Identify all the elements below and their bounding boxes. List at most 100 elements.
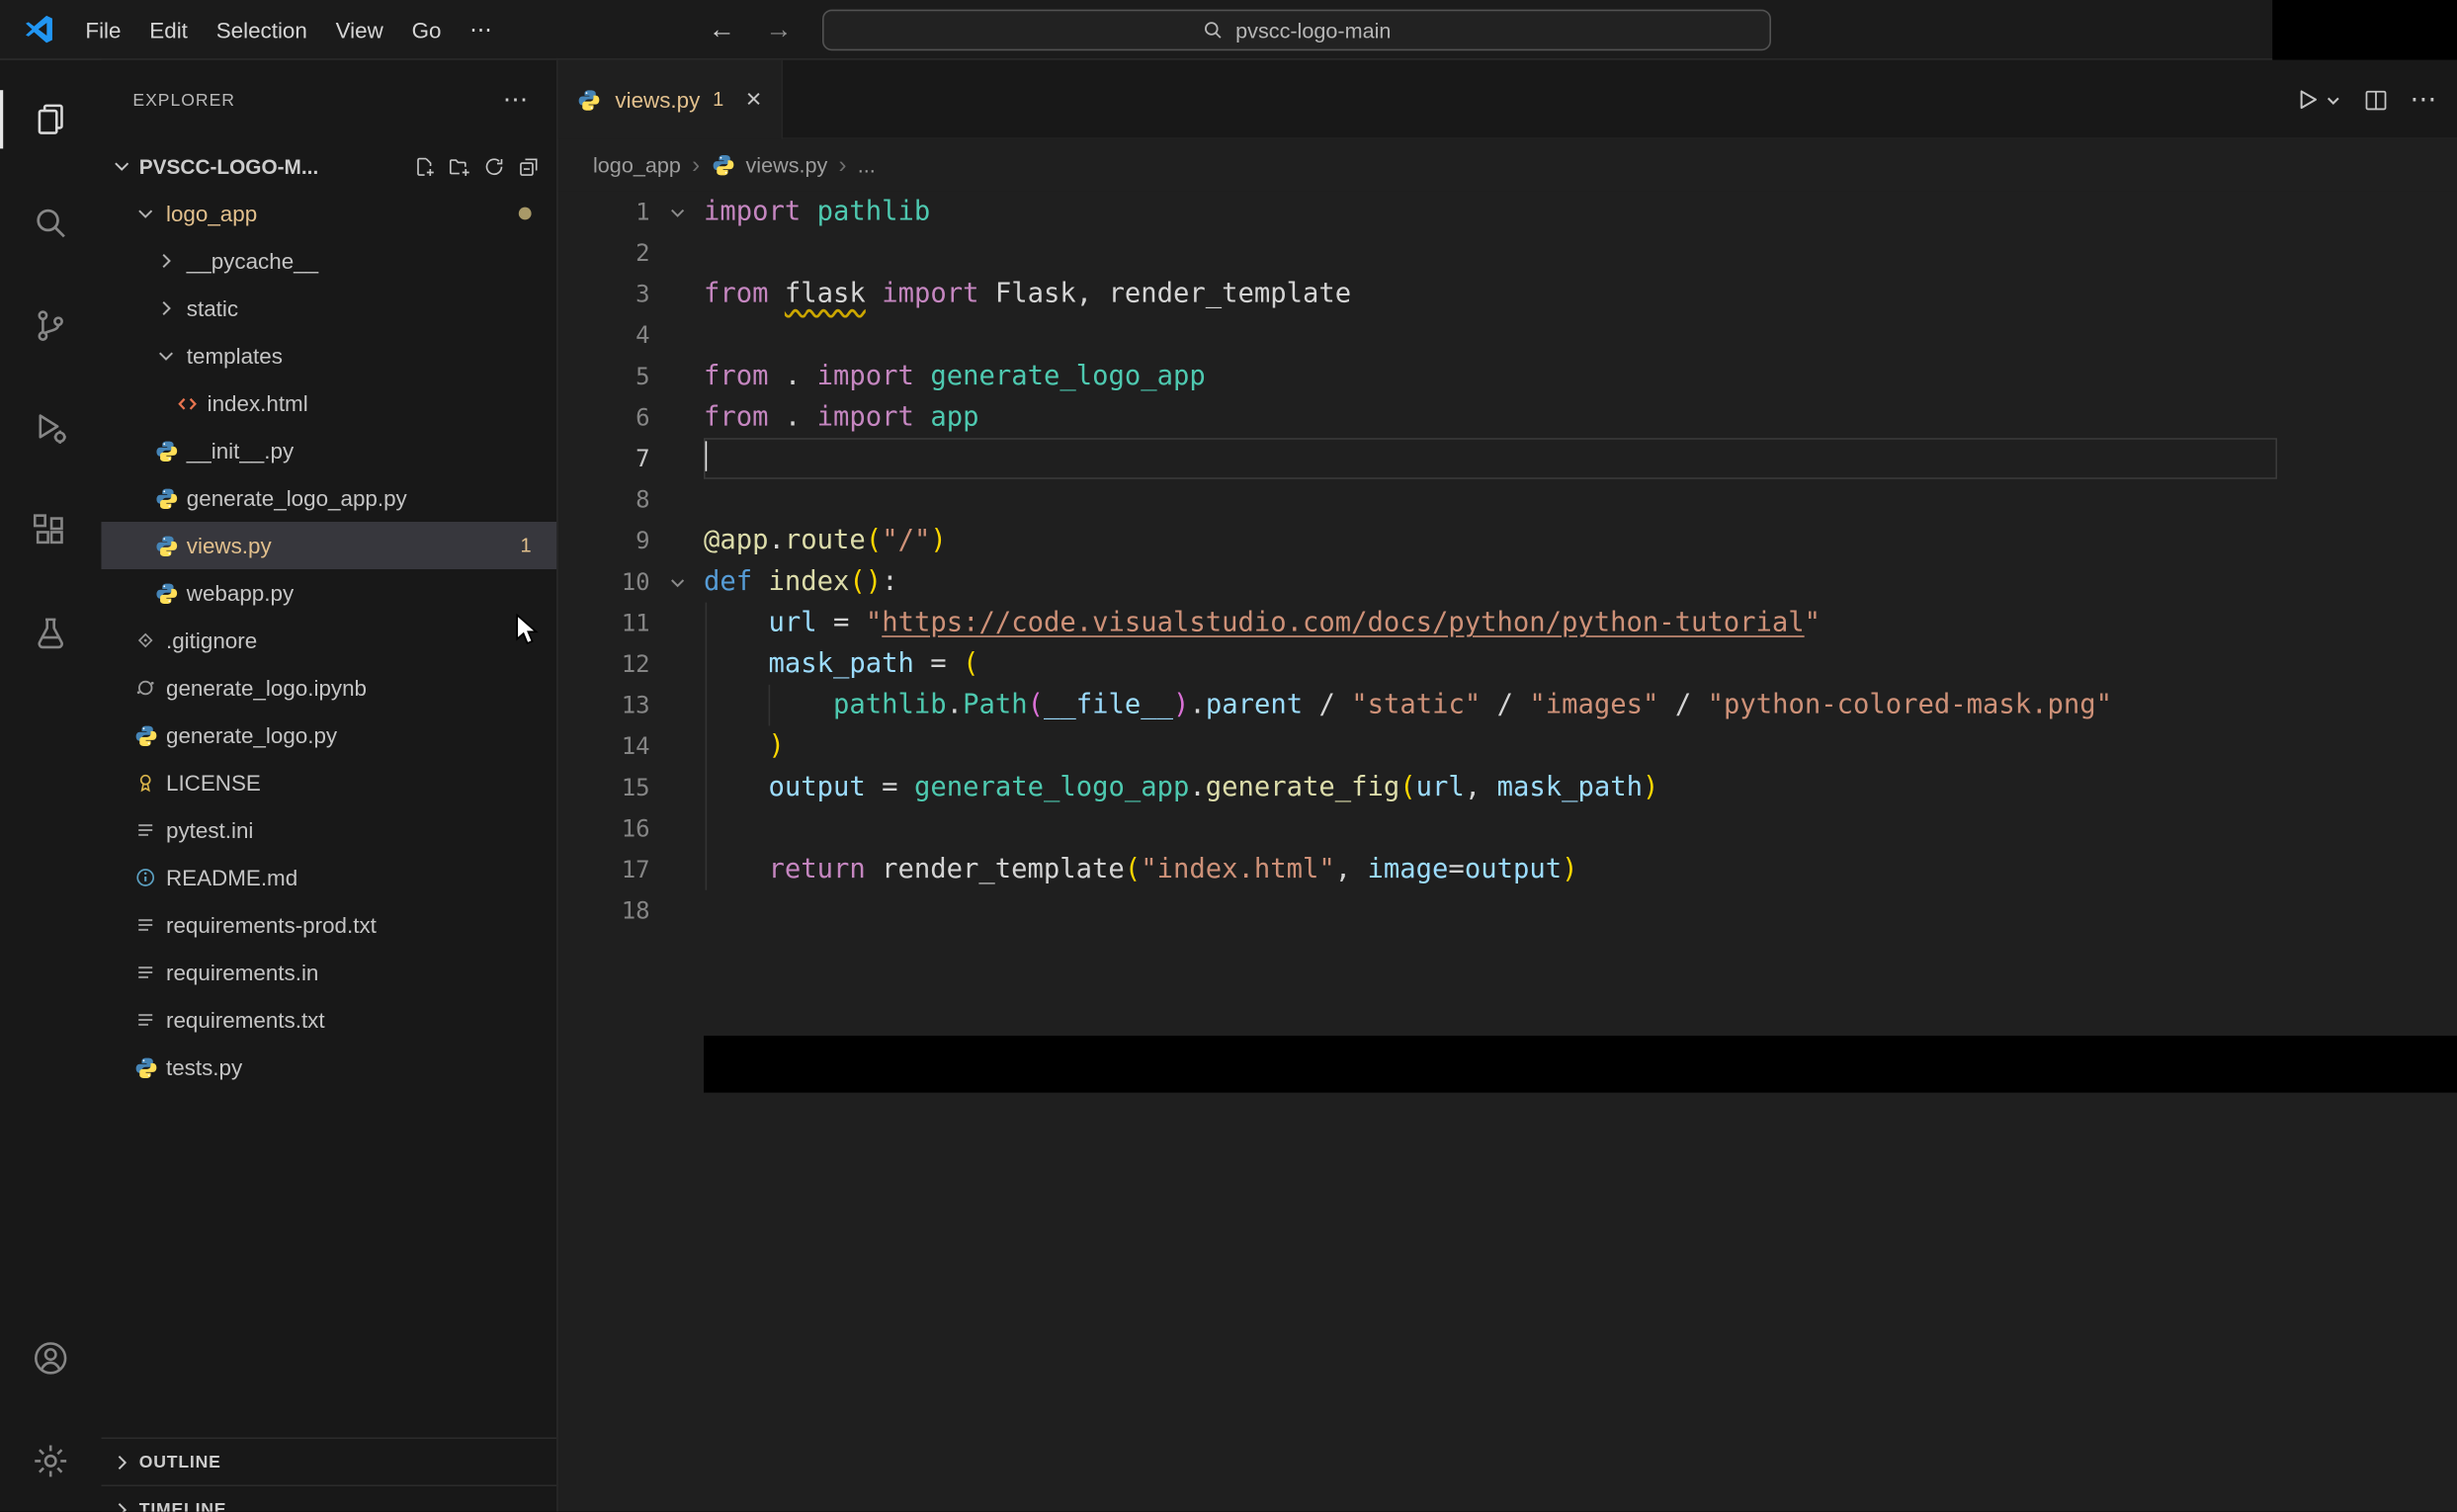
vscode-logo-icon	[22, 13, 55, 46]
activity-extensions-icon[interactable]	[0, 479, 101, 582]
code-line-8[interactable]: 8	[558, 479, 2457, 521]
tree-item-label: pytest.ini	[166, 817, 254, 843]
activity-search-icon[interactable]	[0, 171, 101, 274]
menu-selection[interactable]: Selection	[202, 10, 321, 47]
breadcrumb-item-logo_app[interactable]: logo_app	[593, 153, 681, 177]
code-editor[interactable]: 1 import pathlib 2 3 from flask import Flask…	[558, 192, 2457, 1512]
more-actions-icon[interactable]: ⋯	[2410, 84, 2438, 116]
tree-item-label: index.html	[207, 390, 308, 416]
tree-item-static[interactable]: static	[101, 285, 556, 332]
code-line-17[interactable]: 17 return render_template("index.html", …	[558, 849, 2457, 890]
activity-bar-top	[0, 60, 101, 685]
code-text: import pathlib	[704, 196, 931, 228]
menu-view[interactable]: View	[321, 10, 397, 47]
code-line-13[interactable]: 13 pathlib.Path(__file__).parent / "stat…	[558, 685, 2457, 726]
code-line-10[interactable]: 10 def index():	[558, 561, 2457, 603]
code-line-14[interactable]: 14 )	[558, 725, 2457, 767]
tree-item-.gitignore[interactable]: .gitignore	[101, 617, 556, 664]
activity-source-control-icon[interactable]	[0, 274, 101, 377]
activity-run-debug-icon[interactable]	[0, 377, 101, 479]
tree-item-pytest.ini[interactable]: pytest.ini	[101, 806, 556, 854]
fold-chevron-icon[interactable]	[650, 561, 704, 603]
editor-area: views.py 1 × ⋯ logo_app › views.py ›... 1 im…	[557, 59, 2457, 1512]
refresh-button[interactable]	[482, 154, 506, 178]
tree-item-views.py[interactable]: views.py 1	[101, 522, 557, 569]
tree-item-requirements.txt[interactable]: requirements.txt	[101, 996, 556, 1044]
tree-item-__pycache__[interactable]: __pycache__	[101, 237, 556, 285]
tree-item-label: views.py	[186, 533, 272, 558]
tree-item-requirements.in[interactable]: requirements.in	[101, 949, 556, 996]
split-editor-button[interactable]	[2362, 86, 2389, 113]
breadcrumb-item-...[interactable]: ...	[858, 153, 876, 177]
code-line-12[interactable]: 12 mask_path = (	[558, 643, 2457, 685]
forward-arrow-button[interactable]: →	[765, 0, 792, 60]
explorer-more-actions-icon[interactable]: ⋯	[503, 88, 529, 114]
tree-item-generate_logo_app.py[interactable]: generate_logo_app.py	[101, 474, 556, 522]
run-python-file-button[interactable]	[2293, 85, 2342, 114]
back-arrow-button[interactable]: ←	[709, 0, 735, 60]
tree-item-label: requirements.in	[166, 960, 319, 985]
tree-item-templates[interactable]: templates	[101, 332, 556, 379]
chevron-right-icon	[155, 250, 187, 272]
new-file-button[interactable]	[413, 154, 437, 178]
fold-gutter	[650, 232, 704, 274]
code-line-3[interactable]: 3 from flask import Flask, render_templat…	[558, 274, 2457, 315]
code-line-9[interactable]: 9 @app.route("/")	[558, 520, 2457, 561]
breadcrumb-separator: ›	[838, 151, 847, 179]
new-folder-button[interactable]	[448, 154, 471, 178]
line-number: 6	[635, 403, 650, 432]
code-line-6[interactable]: 6 from . import app	[558, 397, 2457, 439]
root-folder-label: PVSCC-LOGO-M...	[138, 154, 319, 178]
menu-edit[interactable]: Edit	[135, 10, 202, 47]
menu-go[interactable]: Go	[397, 10, 456, 47]
code-line-2[interactable]: 2	[558, 232, 2457, 274]
activity-testing-icon[interactable]	[0, 582, 101, 685]
line-number: 2	[635, 238, 650, 268]
code-line-16[interactable]: 16	[558, 808, 2457, 850]
collapse-all-button[interactable]	[517, 154, 541, 178]
tree-item-webapp.py[interactable]: webapp.py	[101, 569, 556, 617]
code-line-5[interactable]: 5 from . import generate_logo_app	[558, 356, 2457, 397]
tree-item-README.md[interactable]: README.md	[101, 854, 556, 901]
title-bar: File Edit Selection View Go ⋯ ← → pvscc-logo-…	[0, 0, 2457, 60]
editor-actions: ⋯	[2293, 60, 2438, 139]
explorer-root-actions	[413, 154, 542, 178]
python-icon	[155, 439, 187, 462]
search-icon	[1203, 19, 1225, 41]
tree-item-logo_app[interactable]: logo_app	[101, 190, 556, 237]
code-line-4[interactable]: 4	[558, 314, 2457, 356]
code-text: pathlib.Path(__file__).parent / "static"…	[833, 689, 2112, 721]
tree-item-root-folder[interactable]: PVSCC-LOGO-M...	[101, 142, 556, 190]
titlebar-redaction	[2272, 0, 2457, 60]
code-text: @app.route("/")	[704, 525, 947, 557]
tab-views-py[interactable]: views.py 1 ×	[557, 59, 783, 139]
close-tab-icon[interactable]: ×	[746, 85, 762, 112]
code-line-18[interactable]: 18	[558, 890, 2457, 932]
code-line-1[interactable]: 1 import pathlib	[558, 192, 2457, 233]
menu-file[interactable]: File	[71, 10, 135, 47]
code-line-11[interactable]: 11 url = "https://code.visualstudio.com/…	[558, 603, 2457, 644]
tree-item-generate_logo.ipynb[interactable]: generate_logo.ipynb	[101, 664, 556, 712]
timeline-section-header[interactable]: TIMELINE	[101, 1484, 557, 1512]
tree-item-generate_logo.py[interactable]: generate_logo.py	[101, 712, 556, 759]
tree-item-requirements-prod.txt[interactable]: requirements-prod.txt	[101, 901, 556, 949]
tree-item-index.html[interactable]: index.html	[101, 379, 556, 427]
breadcrumb-item-views.py[interactable]: views.py	[746, 153, 828, 177]
tree-item-LICENSE[interactable]: LICENSE	[101, 759, 556, 806]
fold-gutter	[650, 849, 704, 890]
line-number: 8	[635, 485, 650, 514]
fold-gutter	[650, 685, 704, 726]
menu-more-icon[interactable]: ⋯	[456, 10, 506, 49]
tree-item-__init__.py[interactable]: __init__.py	[101, 427, 556, 474]
command-center-search[interactable]: pvscc-logo-main	[822, 9, 1771, 51]
python-icon	[711, 153, 734, 177]
code-line-7[interactable]: 7	[558, 438, 2457, 479]
tree-item-tests.py[interactable]: tests.py	[101, 1044, 556, 1091]
tree-item-label: .gitignore	[166, 628, 258, 653]
code-line-15[interactable]: 15 output = generate_logo_app.generate_f…	[558, 767, 2457, 808]
activity-account-icon[interactable]	[0, 1306, 101, 1409]
activity-settings-icon[interactable]	[0, 1409, 101, 1512]
fold-chevron-icon[interactable]	[650, 192, 704, 233]
outline-section-header[interactable]: OUTLINE	[101, 1437, 557, 1485]
activity-explorer-icon[interactable]	[0, 68, 101, 171]
